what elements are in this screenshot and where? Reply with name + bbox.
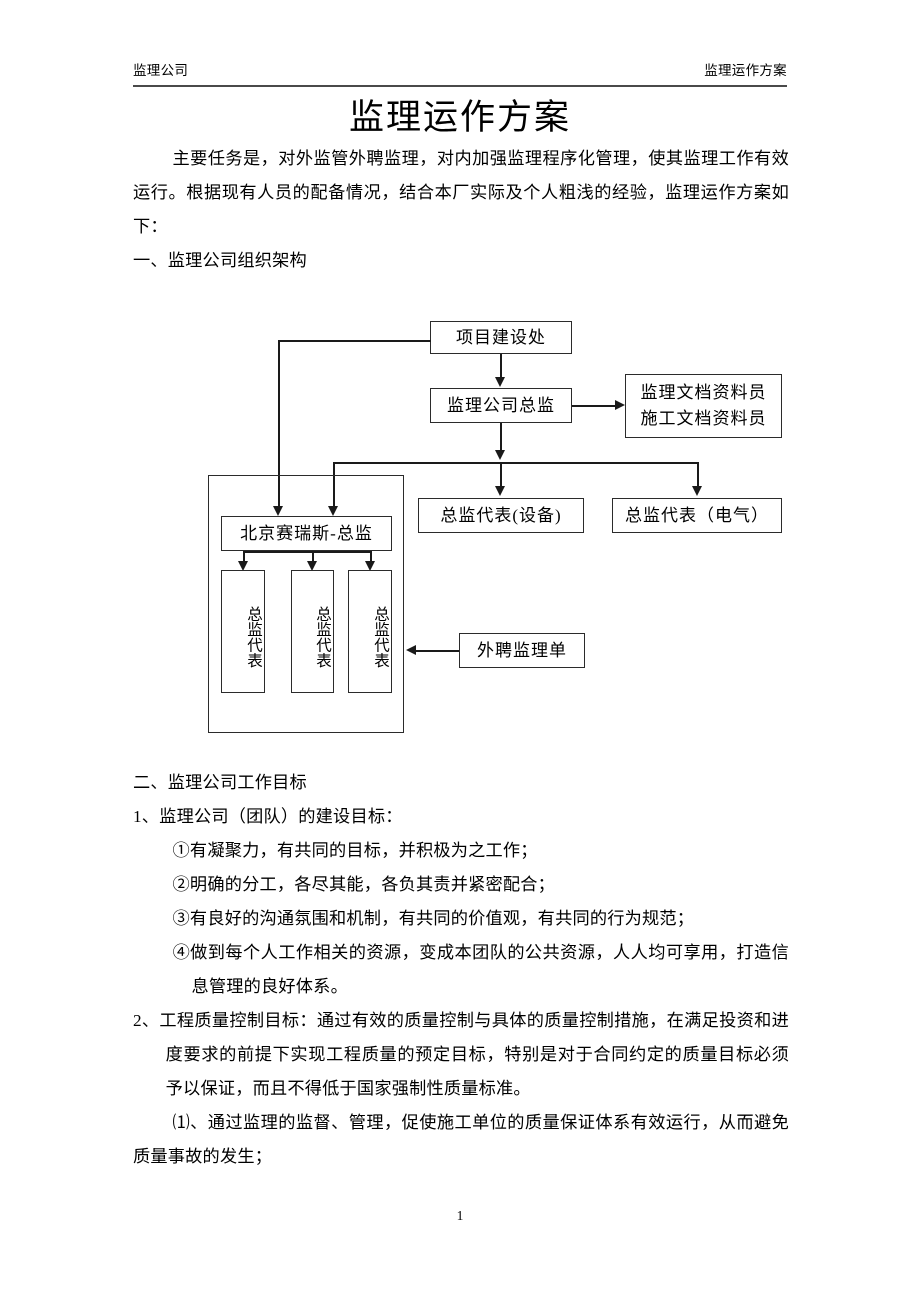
- header-divider: [133, 85, 787, 87]
- arrowhead-right-clerks: [615, 400, 625, 410]
- org-node-chief-rep-1[interactable]: 总监代表: [221, 570, 265, 693]
- connector-rep2-drop: [312, 551, 314, 563]
- org-node-chief-supervisor[interactable]: 监理公司总监: [430, 388, 572, 423]
- connector-rep1-drop: [243, 551, 245, 563]
- org-node-label: 总监代表（电气）: [625, 505, 769, 525]
- intro-block: 主要任务是，对外监管外聘监理，对内加强监理程序化管理，使其监理工作有效运行。根据…: [133, 142, 789, 302]
- org-node-label: 监理公司总监: [447, 395, 555, 415]
- org-node-project-construction-dept[interactable]: 项目建设处: [430, 321, 572, 354]
- goal-item-1d: ④做到每个人工作相关的资源，变成本团队的公共资源，人人均可享用，打造信息管理的良…: [172, 943, 789, 996]
- connector-bus-drop-right: [697, 462, 699, 488]
- arrowhead-left-external-unit: [406, 645, 416, 655]
- section-one-heading: 一、监理公司组织架构: [133, 251, 307, 270]
- org-node-label: 总监代表(设备): [440, 505, 562, 525]
- arrowhead-down-sairuisi-a: [272, 506, 283, 516]
- connector-chief-down: [500, 423, 502, 453]
- org-node-label: 总监代表: [245, 605, 262, 668]
- goal-item-2-sub-1: ⑴、通过监理的监督、管理，促使施工单位的质量保证体系有效运行，从而避免质量事故的…: [133, 1113, 789, 1166]
- goal-item-1: 1、监理公司（团队）的建设目标：: [133, 807, 403, 826]
- org-node-label: 总监代表: [372, 605, 389, 668]
- org-node-external-supervision-unit[interactable]: 外聘监理单: [459, 633, 585, 668]
- connector-external-unit: [416, 650, 461, 652]
- arrowhead-down-electrical: [691, 486, 702, 496]
- org-node-chief-rep-2[interactable]: 总监代表: [291, 570, 334, 693]
- org-node-label: 项目建设处: [456, 327, 546, 347]
- arrowhead-down-equipment: [494, 486, 505, 496]
- connector-dept-left-vertical: [278, 340, 280, 508]
- org-node-label: 北京赛瑞斯-总监: [240, 523, 373, 543]
- page-title: 监理运作方案: [348, 98, 571, 137]
- connector-rep3-drop: [370, 551, 372, 563]
- arrowhead-down-bus: [495, 450, 505, 460]
- goal-item-2: 2、工程质量控制目标：通过有效的质量控制与具体的质量控制措施，在满足投资和进度要…: [133, 1011, 789, 1098]
- connector-bus-drop-left: [333, 462, 335, 508]
- section-two-heading: 二、监理公司工作目标: [133, 773, 307, 792]
- org-node-label-line1: 监理文档资料员: [640, 383, 767, 402]
- connector-distribution-bus: [333, 462, 698, 464]
- connector-bus-drop-middle: [500, 462, 502, 488]
- org-node-document-clerks[interactable]: 监理文档资料员 施工文档资料员: [625, 374, 782, 438]
- page-number: 1: [456, 1208, 464, 1223]
- connector-sairuisi-fanout: [243, 551, 371, 553]
- goal-item-1c: ③有良好的沟通氛围和机制，有共同的价值观，有共同的行为规范；: [172, 909, 695, 928]
- goal-item-1b: ②明确的分工，各尽其能，各负其责并紧密配合；: [172, 875, 556, 894]
- intro-paragraph: 主要任务是，对外监管外聘监理，对内加强监理程序化管理，使其监理工作有效运行。根据…: [133, 149, 789, 236]
- org-node-chief-rep-electrical[interactable]: 总监代表（电气）: [612, 498, 782, 533]
- connector-dept-to-chief: [500, 354, 502, 379]
- arrowhead-down-sairuisi-b: [327, 506, 338, 516]
- org-node-chief-rep-3[interactable]: 总监代表: [348, 570, 392, 693]
- goal-item-1a: ①有凝聚力，有共同的目标，并积极为之工作；: [172, 841, 538, 860]
- header-left-text: 监理公司: [133, 63, 189, 78]
- arrowhead-down-chief: [495, 377, 505, 387]
- header-right-text: 监理运作方案: [704, 63, 787, 78]
- org-node-label: 外聘监理单: [477, 640, 567, 660]
- org-node-label: 总监代表: [314, 605, 331, 668]
- running-header: 监理公司 监理运作方案: [133, 62, 787, 80]
- org-node-label-line2: 施工文档资料员: [640, 409, 767, 428]
- org-node-chief-rep-equipment[interactable]: 总监代表(设备): [418, 498, 584, 533]
- document-page: 监理公司 监理运作方案 监理运作方案 主要任务是，对外监管外聘监理，对内加强监理…: [0, 0, 920, 1302]
- connector-dept-left-horizontal: [278, 340, 431, 342]
- connector-chief-to-clerks: [572, 405, 617, 407]
- goals-block: 二、监理公司工作目标 1、监理公司（团队）的建设目标： ①有凝聚力，有共同的目标…: [133, 766, 789, 1186]
- org-node-beijing-sairuisi-chief[interactable]: 北京赛瑞斯-总监: [221, 516, 392, 551]
